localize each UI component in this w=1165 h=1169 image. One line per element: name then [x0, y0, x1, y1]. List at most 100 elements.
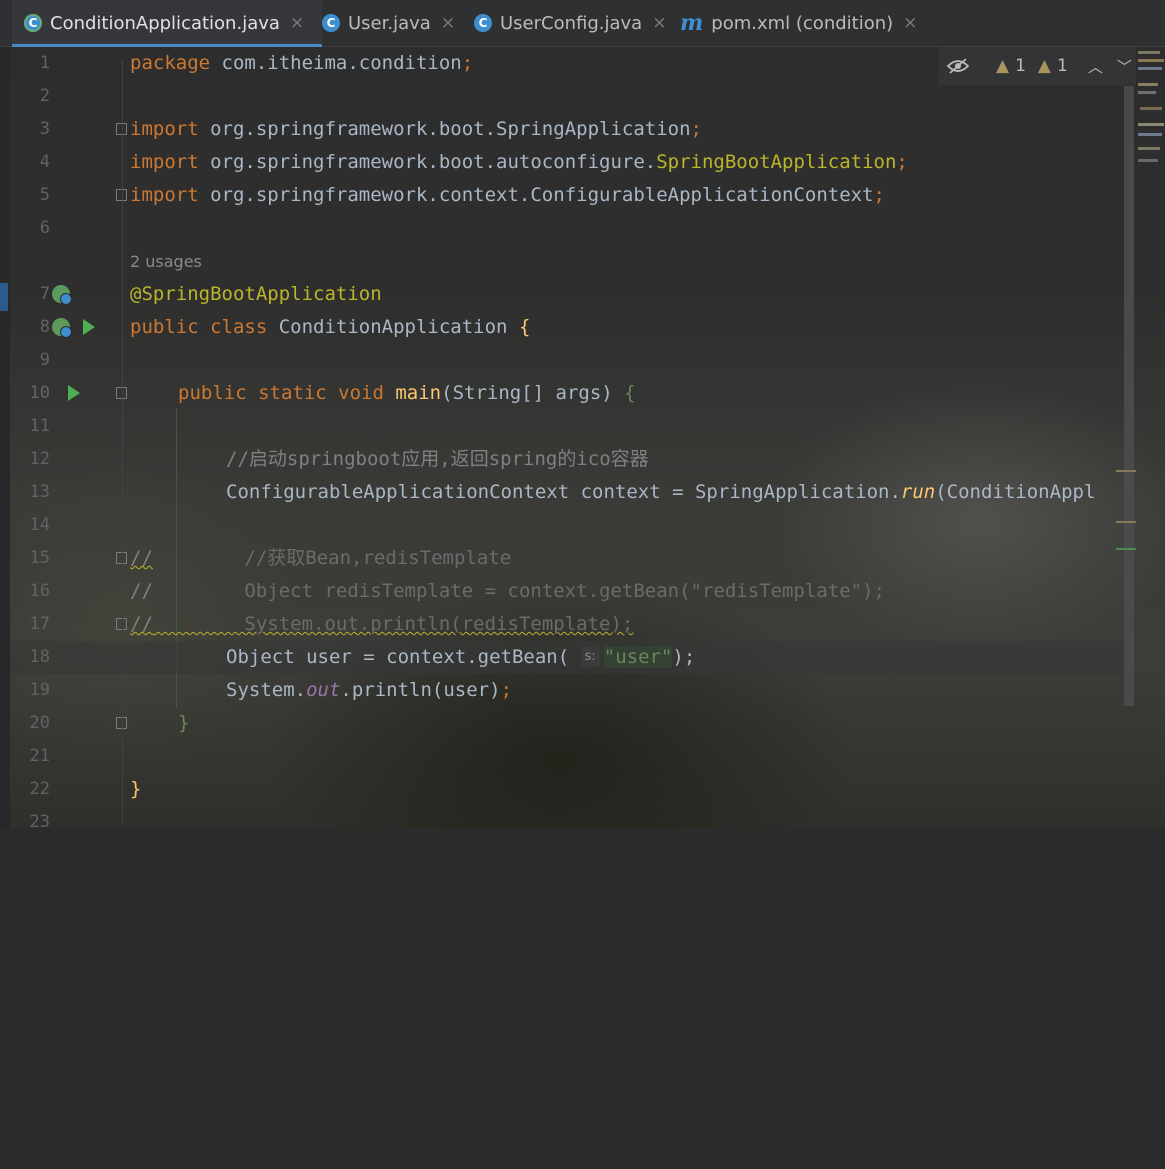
line-number: 20: [29, 713, 50, 733]
code-line: import org.springframework.context.Confi…: [130, 179, 885, 212]
chevron-up-icon[interactable]: ︿: [1088, 56, 1103, 77]
stripe-mark: [1140, 107, 1162, 110]
tab-user-config[interactable]: C UserConfig.java ×: [474, 0, 666, 46]
code-text: Object user = context.getBean(: [226, 646, 581, 668]
usages-hint[interactable]: 2 usages: [130, 245, 202, 278]
chevron-down-icon[interactable]: ﹀: [1117, 56, 1132, 77]
close-icon[interactable]: ×: [441, 13, 455, 33]
line-number: 13: [29, 482, 50, 502]
keyword: package: [130, 52, 211, 74]
line-number: 10: [29, 383, 50, 403]
line-number: 5: [39, 185, 50, 205]
code-line-current: Object user = context.getBean( s: "user")…: [226, 641, 695, 674]
code-punct: ;: [500, 679, 513, 701]
line-number: 12: [29, 449, 50, 469]
code-text: org.springframework.boot.SpringApplicati…: [198, 118, 691, 140]
warning-stripe-mark[interactable]: [1116, 470, 1136, 472]
line-number: 14: [29, 515, 50, 535]
run-icon[interactable]: [83, 319, 95, 335]
annotation-text: @SpringBootApplication: [130, 283, 382, 305]
code-text: (ConditionAppl: [935, 481, 1096, 503]
usages-label[interactable]: 2 usages: [130, 252, 202, 271]
comment-text: //: [130, 613, 153, 635]
close-icon[interactable]: ×: [903, 13, 917, 33]
line-number: 4: [39, 152, 50, 172]
warning-count[interactable]: 1: [1015, 56, 1026, 76]
code-text: org.springframework.boot.autoconfigure.: [198, 151, 657, 173]
code-text: System.: [226, 679, 307, 701]
line-number-gutter: 1 2 3 4 5 6 7 8 9 10 11 12 13 14 15 16 1…: [10, 47, 127, 832]
line-number: 21: [29, 746, 50, 766]
warning-icon: ▲: [996, 56, 1010, 76]
comment-text: //: [130, 547, 153, 569]
spring-bean-icon[interactable]: [52, 318, 72, 338]
weak-warning-icon: ▲: [1037, 56, 1051, 76]
change-stripe-mark[interactable]: [1116, 548, 1136, 550]
method-name: main: [395, 382, 442, 404]
code-punct: {: [518, 316, 531, 338]
tab-condition-application[interactable]: C ConditionApplication.java ×: [12, 0, 322, 47]
code-punct: ;: [896, 151, 908, 173]
tab-user-java[interactable]: C User.java ×: [322, 0, 455, 46]
code-line: //启动springboot应用,返回spring的ico容器: [226, 443, 649, 476]
run-icon[interactable]: [68, 385, 80, 401]
keyword: public class: [130, 316, 268, 338]
comment-text: //: [130, 580, 153, 602]
code-line: ConfigurableApplicationContext context =…: [226, 476, 1095, 509]
code-punct: ;: [461, 52, 474, 74]
tool-window-strip: [0, 47, 10, 828]
code-text: org.springframework.context.Configurable…: [198, 184, 874, 206]
spring-class-icon: C: [24, 14, 42, 32]
method-name: run: [900, 481, 936, 503]
static-field: out: [306, 679, 341, 701]
code-editor[interactable]: package com.itheima.condition; import or…: [130, 47, 1130, 1169]
code-line: @SpringBootApplication: [130, 278, 382, 311]
keyword: import: [130, 151, 199, 173]
error-stripe[interactable]: [1136, 47, 1165, 197]
code-line: }: [130, 773, 141, 806]
line-number: 16: [29, 581, 50, 601]
line-number: 3: [39, 119, 50, 139]
stripe-mark: [1138, 147, 1160, 150]
class-name: ConditionApplication: [267, 316, 519, 338]
line-number: 19: [29, 680, 50, 700]
comment-text: //启动springboot应用,返回spring的ico容器: [226, 448, 649, 470]
line-number: 2: [39, 86, 50, 106]
stripe-mark: [1138, 59, 1164, 62]
stripe-mark: [1138, 67, 1162, 70]
vertical-scrollbar[interactable]: [1124, 86, 1134, 706]
tab-pom-xml[interactable]: m pom.xml (condition) ×: [680, 0, 917, 46]
tab-label: pom.xml (condition): [711, 12, 894, 34]
keyword: public static void: [178, 382, 384, 404]
line-number: 22: [29, 779, 50, 799]
reader-mode-icon[interactable]: [946, 56, 970, 76]
tab-label: UserConfig.java: [500, 12, 643, 34]
code-punct: ;: [873, 184, 885, 206]
close-icon[interactable]: ×: [652, 13, 666, 33]
warning-stripe-mark[interactable]: [1116, 521, 1136, 523]
inspection-widget[interactable]: ▲ 1 ▲ 1 ︿ ﹀: [938, 47, 1136, 85]
stripe-mark: [1138, 91, 1156, 94]
line-number: 9: [39, 350, 50, 370]
code-line: public static void main(String[] args) {: [178, 377, 636, 410]
parameter-hint: s:: [580, 647, 600, 667]
stripe-mark: [1138, 83, 1158, 86]
code-line: System.out.println(user);: [226, 674, 512, 707]
line-number: 17: [29, 614, 50, 634]
line-number: 8: [39, 317, 50, 337]
tab-label: User.java: [348, 12, 431, 34]
selection-marker: [0, 283, 8, 311]
code-line: }: [178, 707, 189, 740]
annotation-text: SpringBootApplication: [656, 151, 897, 173]
code-text: .println(user): [340, 679, 501, 701]
weak-warning-count[interactable]: 1: [1057, 56, 1068, 76]
line-number: 1: [39, 53, 50, 73]
close-icon[interactable]: ×: [290, 13, 304, 33]
code-line: package com.itheima.condition;: [130, 47, 473, 80]
spring-bean-icon[interactable]: [52, 285, 72, 305]
code-line: // System.out.println(redisTemplate);: [130, 608, 633, 641]
stripe-mark: [1138, 159, 1158, 162]
line-number: 15: [29, 548, 50, 568]
keyword: import: [130, 184, 199, 206]
line-number: 23: [29, 812, 50, 832]
